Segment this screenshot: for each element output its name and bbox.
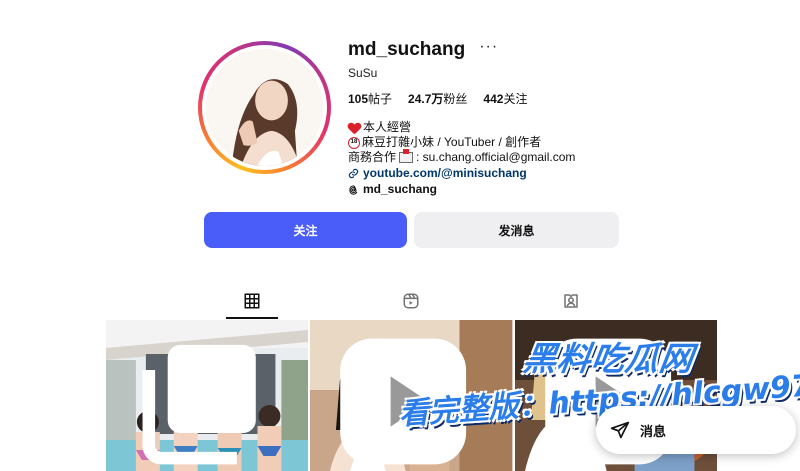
mail-icon — [399, 149, 414, 163]
posts-count: 105 — [348, 92, 369, 106]
bio-text-2: 麻豆打雜小妹 / YouTuber / 創作者 — [362, 135, 542, 149]
posts-stat: 105帖子 — [348, 90, 392, 107]
reels-icon[interactable] — [402, 292, 420, 310]
active-tab-indicator — [226, 317, 278, 319]
bio-line-3: 商務合作 : su.chang.official@gmail.com — [348, 149, 576, 165]
bio-link[interactable]: youtube.com/@minisuchang — [363, 166, 527, 181]
threads-row[interactable]: md_suchang — [348, 182, 575, 197]
bio-email: : su.chang.official@gmail.com — [416, 150, 576, 164]
more-options-icon[interactable]: ··· — [479, 39, 498, 55]
link-icon — [348, 168, 359, 179]
bio-line-2: 18 麻豆打雜小妹 / YouTuber / 創作者 — [348, 135, 575, 150]
profile-bio: 本人經營 18 麻豆打雜小妹 / YouTuber / 創作者 商務合作 : s… — [348, 120, 575, 197]
username: md_suchang — [348, 39, 466, 60]
threads-icon — [349, 184, 358, 195]
following-stat[interactable]: 442关注 — [483, 90, 527, 107]
avatar-inner — [202, 45, 327, 170]
floating-message-button[interactable]: 消息 — [596, 406, 796, 454]
tagged-icon[interactable] — [562, 292, 580, 310]
profile-stats: 105帖子 24.7万粉丝 442关注 — [348, 90, 527, 107]
carousel-icon — [142, 344, 256, 465]
follow-button[interactable]: 关注 — [204, 212, 407, 248]
send-icon — [610, 421, 630, 439]
username-row: md_suchang ··· — [348, 39, 498, 61]
followers-label: 粉丝 — [443, 92, 468, 106]
grid-icon[interactable] — [243, 292, 261, 310]
posts-label: 帖子 — [368, 92, 393, 106]
threads-handle[interactable]: md_suchang — [363, 182, 437, 197]
avatar-illustration — [206, 49, 323, 166]
floating-message-label: 消息 — [640, 423, 667, 439]
followers-count: 24.7万 — [408, 92, 444, 106]
avatar-photo — [206, 49, 323, 166]
followers-stat[interactable]: 24.7万粉丝 — [408, 90, 467, 107]
message-button[interactable]: 发消息 — [414, 212, 619, 248]
heart-icon — [348, 122, 361, 134]
bio-link-row[interactable]: youtube.com/@minisuchang — [348, 166, 575, 181]
bio-text-1: 本人經營 — [363, 120, 412, 134]
bio-line-1: 本人經營 — [348, 120, 575, 135]
following-count: 442 — [483, 92, 504, 106]
profile-avatar[interactable] — [198, 41, 331, 174]
age-18-icon: 18 — [348, 136, 360, 149]
post-tile[interactable] — [106, 320, 309, 471]
bio-business-label: 商務合作 — [348, 150, 397, 164]
full-name: SuSu — [348, 66, 378, 80]
following-label: 关注 — [503, 92, 528, 106]
